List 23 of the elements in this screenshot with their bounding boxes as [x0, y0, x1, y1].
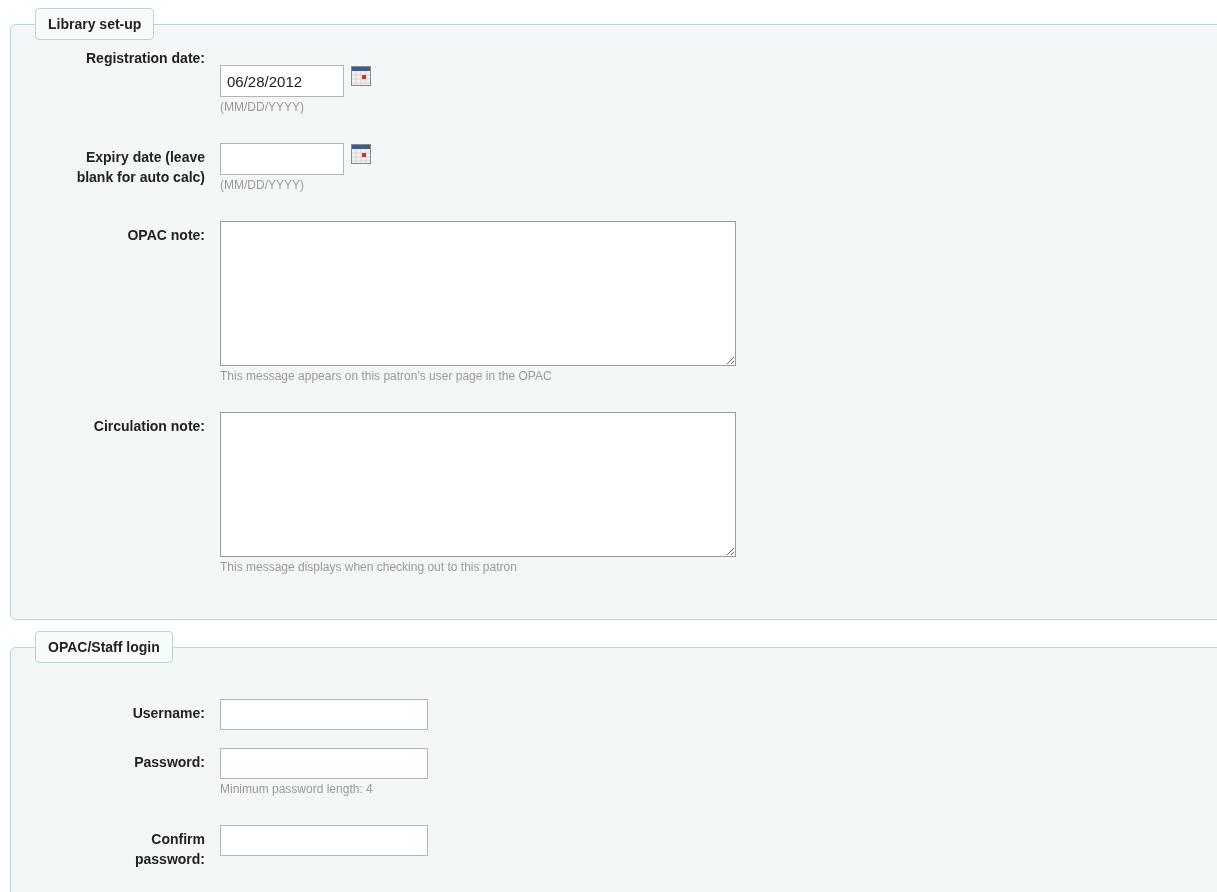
field-label: Password:	[133, 753, 205, 772]
field-hint: (MM/DD/YYYY)	[220, 177, 305, 193]
field-label: Expiry date (leave blank for auto calc)	[75, 148, 205, 187]
field-label: Confirm password:	[134, 830, 205, 869]
field-hint: Minimum password length: 4	[220, 781, 374, 797]
username-field[interactable]	[220, 699, 428, 730]
field-hint: This message displays when checking out to this patron	[220, 559, 518, 575]
section-title: OPAC/Staff login	[35, 631, 173, 663]
note-field[interactable]	[220, 412, 736, 557]
calendar-icon[interactable]	[351, 144, 371, 164]
field-hint: (MM/DD/YYYY)	[220, 99, 305, 115]
field-label: Username:	[131, 704, 205, 723]
date-field[interactable]: 06/28/2012	[220, 65, 344, 97]
field-label: Registration date:	[85, 49, 205, 68]
date-field[interactable]	[220, 143, 344, 175]
password-field[interactable]	[220, 748, 428, 779]
field-hint: This message appears on this patron's user page in the OPAC	[220, 368, 553, 384]
field-label: Circulation note:	[92, 417, 205, 436]
calendar-icon[interactable]	[351, 66, 371, 86]
field-label: OPAC note:	[126, 226, 205, 245]
note-field[interactable]	[220, 221, 736, 366]
section-title: Library set-up	[35, 8, 155, 40]
password-field[interactable]	[220, 825, 428, 856]
